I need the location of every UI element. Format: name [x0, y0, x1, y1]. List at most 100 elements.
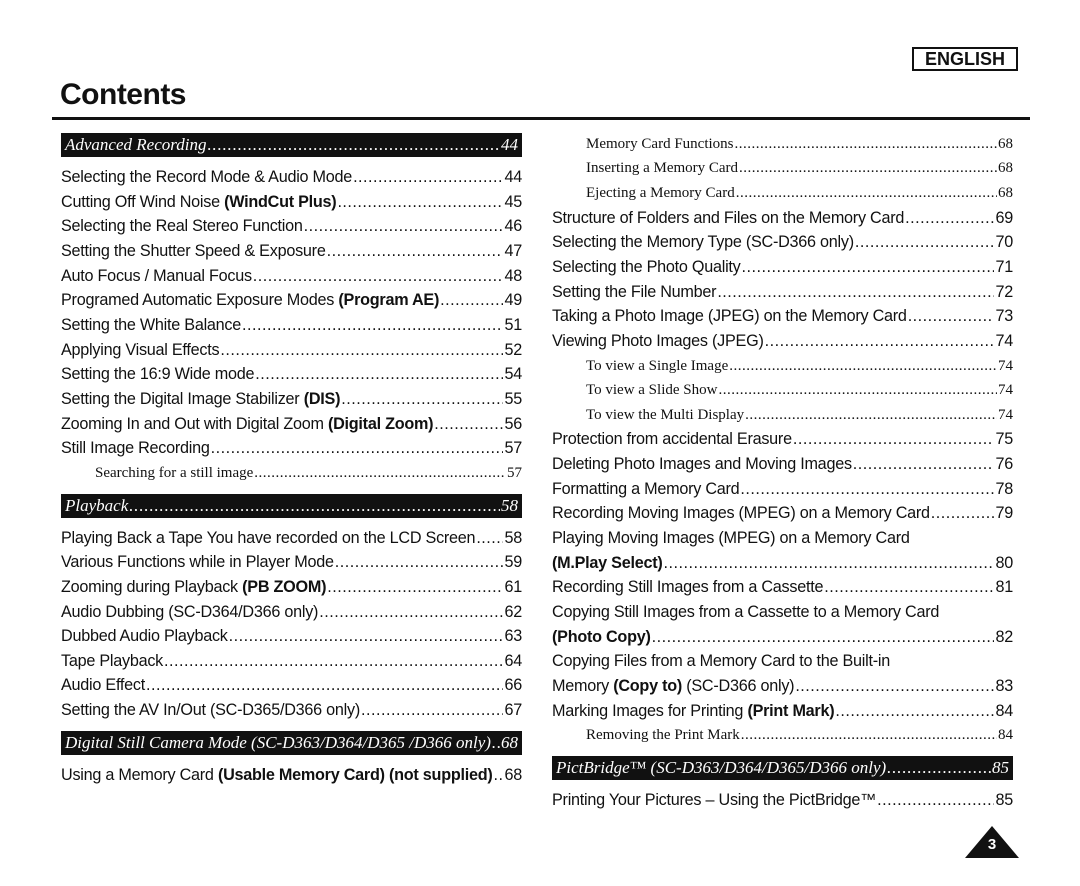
entry-title: Tape Playback — [61, 649, 163, 674]
toc-subentry[interactable]: To view a Slide Show 74 — [552, 378, 1013, 403]
toc-entry[interactable]: Protection from accidental Erasure 75 — [552, 427, 1013, 452]
entry-title-part: Marking Images for Printing — [552, 701, 748, 720]
toc-entry[interactable]: (Photo Copy) 82 — [552, 625, 1013, 650]
entry-title: Applying Visual Effects — [61, 338, 220, 363]
toc-subentry[interactable]: Ejecting a Memory Card 68 — [552, 181, 1013, 206]
entry-title-bold: (Digital Zoom) — [327, 414, 434, 433]
toc-entry[interactable]: Setting the Digital Image Stabilizer (DI… — [61, 387, 522, 412]
toc-entry[interactable]: Playing Moving Images (MPEG) on a Memory… — [552, 526, 1013, 551]
toc-entry[interactable]: Zooming during Playback (PB ZOOM) 61 — [61, 575, 522, 600]
toc-entry[interactable]: Programed Automatic Exposure Modes (Prog… — [61, 288, 522, 313]
entry-page-number: 84 — [998, 727, 1013, 744]
dot-leader — [652, 625, 995, 650]
entry-title: Setting the Digital Image Stabilizer (DI… — [61, 387, 340, 412]
toc-entry[interactable]: Viewing Photo Images (JPEG) 74 — [552, 329, 1013, 354]
entry-page-number: 68 — [998, 135, 1013, 152]
entry-title: Memory Card Functions — [586, 132, 734, 157]
entry-page-number: 76 — [995, 455, 1013, 474]
toc-entry[interactable]: Auto Focus / Manual Focus 48 — [61, 264, 522, 289]
entry-title-bold: (Usable Memory Card) (not supplied) — [217, 765, 493, 784]
toc-entry[interactable]: Using a Memory Card (Usable Memory Card)… — [61, 763, 522, 788]
dot-leader — [765, 329, 995, 354]
entry-title-part: Selecting the Real Stereo Function — [61, 217, 303, 236]
section-page-number: 44 — [501, 135, 518, 154]
dot-leader — [877, 788, 994, 813]
entry-title-part: To view a Slide Show — [586, 382, 718, 399]
toc-subentry[interactable]: Inserting a Memory Card 68 — [552, 156, 1013, 181]
toc-entry[interactable]: Structure of Folders and Files on the Me… — [552, 206, 1013, 231]
toc-entry[interactable]: Setting the White Balance 51 — [61, 313, 522, 338]
entry-title: Selecting the Photo Quality — [552, 255, 741, 280]
toc-entry[interactable]: Dubbed Audio Playback 63 — [61, 624, 522, 649]
dot-leader — [129, 494, 500, 518]
toc-entry[interactable]: Memory (Copy to) (SC-D366 only) 83 — [552, 674, 1013, 699]
dot-leader — [434, 412, 503, 437]
dot-leader — [304, 214, 504, 239]
toc-entry[interactable]: Selecting the Memory Type (SC-D366 only)… — [552, 230, 1013, 255]
dot-leader — [853, 452, 995, 477]
dot-leader — [337, 190, 503, 215]
toc-entry[interactable]: Printing Your Pictures – Using the PictB… — [552, 788, 1013, 813]
toc-entry[interactable]: Audio Dubbing (SC-D364/D366 only) 62 — [61, 600, 522, 625]
entry-title-part: Zooming In and Out with Digital Zoom — [61, 414, 328, 433]
toc-entry[interactable]: Setting the Shutter Speed & Exposure 47 — [61, 239, 522, 264]
toc-entry[interactable]: Copying Still Images from a Cassette to … — [552, 600, 1013, 625]
toc-subentry[interactable]: Removing the Print Mark 84 — [552, 723, 1013, 748]
toc-subentry[interactable]: Memory Card Functions 68 — [552, 132, 1013, 157]
toc-entry[interactable]: Zooming In and Out with Digital Zoom (Di… — [61, 412, 522, 437]
entry-page-number: 47 — [504, 241, 522, 260]
toc-entry[interactable]: Playing Back a Tape You have recorded on… — [61, 526, 522, 551]
section-header[interactable]: Advanced Recording 44 — [61, 133, 522, 157]
section-page-number: 58 — [501, 495, 518, 515]
toc-entry[interactable]: Selecting the Real Stereo Function 46 — [61, 214, 522, 239]
toc-entry[interactable]: Still Image Recording 57 — [61, 436, 522, 461]
toc-entry[interactable]: Formatting a Memory Card 78 — [552, 477, 1013, 502]
entry-title: (M.Play Select) — [552, 551, 663, 576]
toc-entry[interactable]: Deleting Photo Images and Moving Images … — [552, 452, 1013, 477]
toc-entry[interactable]: Cutting Off Wind Noise (WindCut Plus) 45 — [61, 190, 522, 215]
entry-title: Searching for a still image — [95, 461, 253, 486]
entry-title: Selecting the Memory Type (SC-D366 only) — [552, 230, 854, 255]
entry-page-number: 81 — [995, 578, 1013, 597]
section-header[interactable]: Digital Still Camera Mode (SC-D363/D364/… — [61, 730, 522, 755]
section-header[interactable]: PictBridge™ (SC-D363/D364/D365/D366 only… — [552, 756, 1013, 780]
entry-title-bold: (Program AE) — [338, 291, 440, 310]
toc-entry[interactable]: Setting the File Number 72 — [552, 280, 1013, 305]
toc-entry[interactable]: Applying Visual Effects 52 — [61, 338, 522, 363]
entry-page-number: 44 — [504, 168, 522, 186]
entry-title-part: Deleting Photo Images and Moving Images — [552, 455, 852, 474]
entry-title: Selecting the Real Stereo Function — [61, 214, 303, 239]
toc-entry[interactable]: Copying Files from a Memory Card to the … — [552, 649, 1013, 674]
dot-leader — [793, 427, 995, 452]
entry-page-number: 66 — [504, 676, 522, 695]
toc-entry[interactable]: Recording Moving Images (MPEG) on a Memo… — [552, 501, 1013, 526]
dot-leader — [353, 165, 503, 190]
entry-title: Audio Effect — [61, 673, 145, 698]
toc-entry[interactable]: (M.Play Select) 80 — [552, 551, 1013, 576]
toc-subentry[interactable]: To view the Multi Display 74 — [552, 403, 1013, 428]
toc-subentry[interactable]: Searching for a still image 57 — [61, 461, 522, 486]
toc-subentry[interactable]: To view a Single Image 74 — [552, 354, 1013, 379]
toc-entry[interactable]: Marking Images for Printing (Print Mark)… — [552, 699, 1013, 724]
entry-page-number: 84 — [995, 701, 1013, 720]
entry-title-part: Setting the AV In/Out (SC-D365/D366 only… — [61, 701, 360, 720]
entry-title-part: Various Functions while in Player Mode — [61, 553, 334, 572]
toc-entry[interactable]: Tape Playback 64 — [61, 649, 522, 674]
toc-entry[interactable]: Selecting the Photo Quality 71 — [552, 255, 1013, 280]
toc-entry[interactable]: Setting the AV In/Out (SC-D365/D366 only… — [61, 698, 522, 723]
section-header[interactable]: Playback 58 — [61, 493, 522, 518]
toc-entry[interactable]: Audio Effect 66 — [61, 673, 522, 698]
entry-title-part: Setting the 16:9 Wide mode — [61, 365, 255, 384]
toc-entry[interactable]: Various Functions while in Player Mode 5… — [61, 550, 522, 575]
entry-title: Zooming In and Out with Digital Zoom (Di… — [61, 412, 434, 437]
dot-leader — [220, 338, 503, 363]
entry-page-number: 75 — [995, 430, 1013, 449]
entry-page-number: 57 — [504, 439, 522, 458]
toc-entry[interactable]: Selecting the Record Mode & Audio Mode 4… — [61, 165, 522, 190]
entry-title: Inserting a Memory Card — [586, 156, 738, 181]
toc-entry[interactable]: Recording Still Images from a Cassette 8… — [552, 575, 1013, 600]
entry-title-bold: (Photo Copy) — [552, 627, 651, 646]
toc-entry[interactable]: Setting the 16:9 Wide mode 54 — [61, 362, 522, 387]
toc-entry[interactable]: Taking a Photo Image (JPEG) on the Memor… — [552, 304, 1013, 329]
entry-title-part: Dubbed Audio Playback — [61, 627, 228, 646]
